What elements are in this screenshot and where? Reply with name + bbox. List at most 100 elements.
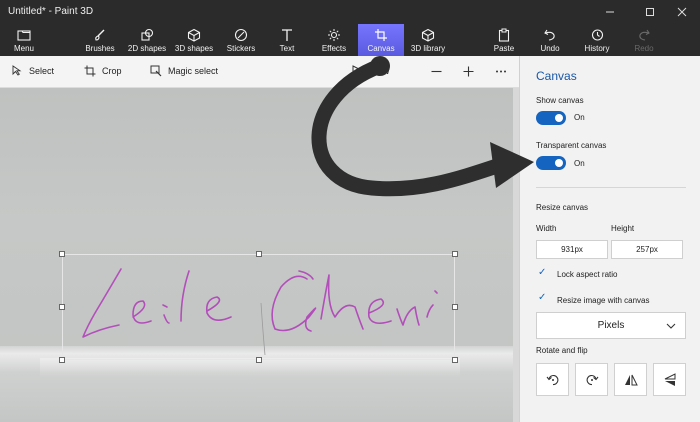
signature-drawing bbox=[82, 268, 438, 356]
redo-button[interactable]: Redo bbox=[628, 24, 660, 56]
select-tool[interactable]: Select bbox=[12, 65, 54, 76]
crop-label: Crop bbox=[102, 66, 122, 76]
shapes-2d-icon bbox=[141, 28, 154, 41]
window-title: Untitled* - Paint 3D bbox=[8, 6, 94, 17]
resize-handle-nw[interactable] bbox=[59, 251, 65, 257]
sun-icon bbox=[328, 29, 340, 41]
stickers-tab[interactable]: Stickers bbox=[222, 24, 260, 56]
shapes-3d-tab[interactable]: 3D shapes bbox=[172, 24, 216, 56]
shapes-3d-label: 3D shapes bbox=[174, 44, 214, 53]
shapes-2d-tab[interactable]: 2D shapes bbox=[124, 24, 170, 56]
show-canvas-toggle[interactable] bbox=[536, 111, 566, 125]
resize-handle-n[interactable] bbox=[256, 251, 262, 257]
menu-label: Menu bbox=[13, 44, 34, 53]
text-icon bbox=[282, 29, 292, 41]
cursor-icon bbox=[12, 65, 22, 76]
text-tab[interactable]: Text bbox=[270, 24, 304, 56]
close-button[interactable] bbox=[664, 0, 700, 24]
resize-handle-s[interactable] bbox=[256, 357, 262, 363]
canvas-workspace[interactable] bbox=[0, 88, 519, 422]
canvas-toolbar: Select Crop Magic select View bbox=[0, 56, 519, 88]
canvas-panel: Canvas Show canvas On Transparent canvas… bbox=[519, 56, 700, 422]
canvas-tab[interactable]: Canvas bbox=[358, 24, 404, 56]
show-canvas-state: On bbox=[574, 113, 585, 122]
ribbon: Menu Brushes 2D shapes 3D shapes Sticker… bbox=[0, 24, 700, 56]
effects-label: Effects bbox=[321, 44, 347, 53]
crop-tool[interactable]: Crop bbox=[84, 65, 122, 77]
units-dropdown[interactable]: Pixels bbox=[536, 312, 686, 339]
paste-button[interactable]: Paste bbox=[488, 24, 520, 56]
more-options-button[interactable] bbox=[495, 66, 507, 77]
text-label: Text bbox=[279, 44, 295, 53]
effects-tab[interactable]: Effects bbox=[316, 24, 352, 56]
resize-handle-sw[interactable] bbox=[59, 357, 65, 363]
chevron-down-icon bbox=[666, 323, 676, 329]
undo-button[interactable]: Undo bbox=[535, 24, 565, 56]
brush-icon bbox=[95, 29, 105, 41]
redo-icon bbox=[639, 29, 650, 41]
crop-icon bbox=[84, 65, 96, 77]
width-label: Width bbox=[536, 224, 557, 233]
resize-handle-se[interactable] bbox=[452, 357, 458, 363]
view-label: View bbox=[370, 66, 390, 76]
library-cube-icon bbox=[421, 28, 435, 42]
cube-icon bbox=[187, 28, 201, 42]
rotate-left-icon bbox=[546, 374, 558, 385]
history-label: History bbox=[584, 44, 610, 53]
height-input[interactable]: 257px bbox=[611, 240, 683, 259]
redo-label: Redo bbox=[634, 44, 654, 53]
menu-button[interactable]: Menu bbox=[4, 24, 44, 56]
shapes-2d-label: 2D shapes bbox=[127, 44, 167, 53]
ellipsis-icon bbox=[496, 70, 506, 73]
resize-handle-w[interactable] bbox=[59, 304, 65, 310]
zoom-out-button[interactable] bbox=[431, 66, 442, 77]
magic-select-label: Magic select bbox=[168, 66, 219, 76]
resize-handle-e[interactable] bbox=[452, 304, 458, 310]
folder-icon bbox=[17, 30, 31, 41]
panel-divider bbox=[536, 187, 686, 188]
stickers-label: Stickers bbox=[226, 44, 256, 53]
sticker-icon bbox=[234, 28, 248, 42]
flip-vertical-icon bbox=[664, 372, 675, 386]
minimize-icon bbox=[606, 11, 614, 13]
resize-image-label: Resize image with canvas bbox=[557, 296, 650, 305]
flip-horizontal-icon bbox=[624, 374, 638, 385]
maximize-button[interactable] bbox=[632, 0, 668, 24]
show-canvas-label: Show canvas bbox=[536, 96, 584, 105]
canvas-crop-icon bbox=[375, 29, 387, 41]
canvas-selection-box[interactable] bbox=[59, 251, 458, 363]
maximize-icon bbox=[646, 8, 654, 16]
resize-handle-ne[interactable] bbox=[452, 251, 458, 257]
resize-canvas-label: Resize canvas bbox=[536, 203, 589, 212]
paste-label: Paste bbox=[493, 44, 515, 53]
zoom-in-button[interactable] bbox=[463, 66, 474, 77]
3d-library-tab[interactable]: 3D library bbox=[406, 24, 450, 56]
brushes-label: Brushes bbox=[85, 44, 115, 53]
resize-image-checkbox[interactable]: ✓ bbox=[538, 292, 546, 303]
flip-horizontal-button[interactable] bbox=[614, 363, 647, 396]
undo-icon bbox=[544, 29, 555, 41]
plus-icon bbox=[463, 66, 474, 77]
lock-aspect-label: Lock aspect ratio bbox=[557, 270, 618, 279]
panel-title: Canvas bbox=[536, 69, 577, 83]
minimize-button[interactable] bbox=[592, 0, 628, 24]
history-button[interactable]: History bbox=[580, 24, 614, 56]
close-icon bbox=[677, 7, 687, 17]
flip-vertical-button[interactable] bbox=[653, 363, 686, 396]
lock-aspect-checkbox[interactable]: ✓ bbox=[538, 267, 546, 278]
transparent-canvas-toggle[interactable] bbox=[536, 156, 566, 170]
view-3d-icon bbox=[352, 65, 364, 77]
canvas-label: Canvas bbox=[367, 44, 395, 53]
view-3d-button[interactable]: View bbox=[352, 65, 389, 77]
3d-library-label: 3D library bbox=[410, 44, 446, 53]
brushes-tab[interactable]: Brushes bbox=[80, 24, 120, 56]
width-input[interactable]: 931px bbox=[536, 240, 608, 259]
transparent-canvas-label: Transparent canvas bbox=[536, 141, 607, 150]
history-icon bbox=[591, 29, 604, 41]
clipboard-icon bbox=[498, 28, 510, 42]
rotate-left-button[interactable] bbox=[536, 363, 569, 396]
height-label: Height bbox=[611, 224, 635, 233]
magic-select-tool[interactable]: Magic select bbox=[150, 65, 218, 77]
rotate-right-icon bbox=[586, 374, 598, 385]
rotate-right-button[interactable] bbox=[575, 363, 608, 396]
